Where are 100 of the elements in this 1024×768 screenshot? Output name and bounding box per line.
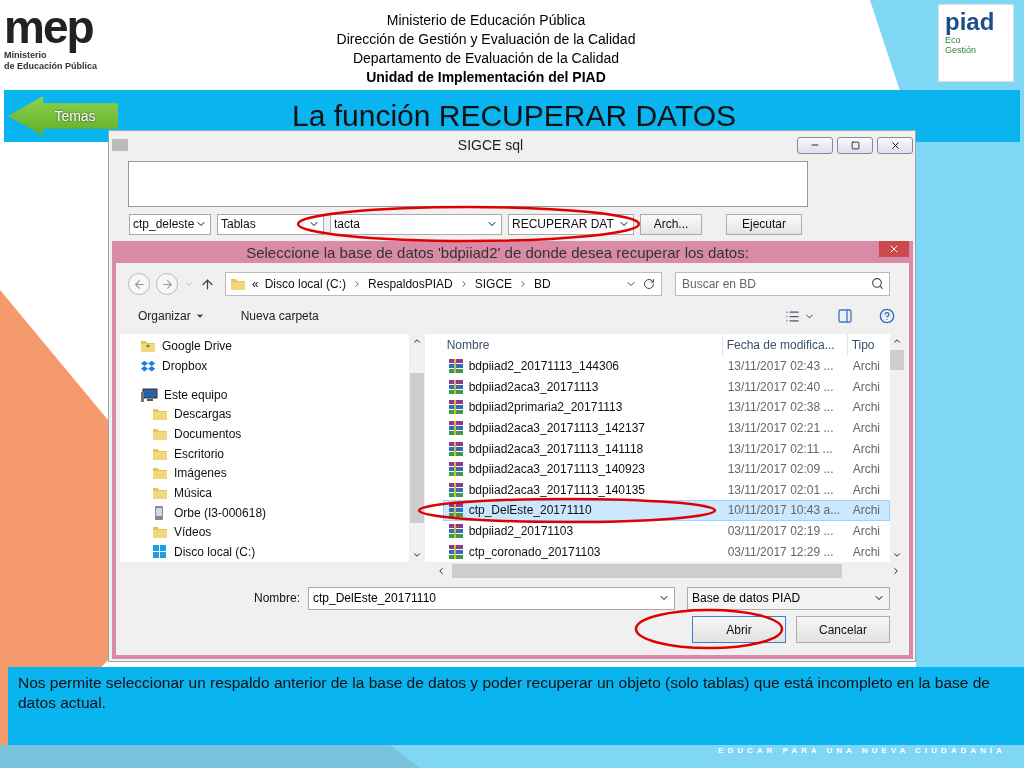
file-row[interactable]: bdpiiad2primaria2_20171113 13/11/2017 02:38 ... Archi bbox=[442, 397, 890, 418]
close-icon bbox=[889, 139, 901, 151]
nav-item[interactable]: Escritorio bbox=[140, 443, 410, 464]
dialog-button[interactable]: Abrir bbox=[692, 616, 786, 643]
breadcrumb[interactable]: SIGCE bbox=[474, 277, 513, 291]
file-row[interactable]: ctp_DelEste_20171110 10/11/2017 10:43 a... Archi bbox=[442, 500, 890, 521]
header-line: Unidad de Implementación del PIAD bbox=[366, 68, 606, 87]
search-icon bbox=[871, 277, 884, 290]
file-row[interactable]: bdpiiad2aca3_20171113_142137 13/11/2017 02:21 ... Archi bbox=[442, 417, 890, 439]
nav-item[interactable]: Documentos bbox=[140, 424, 410, 444]
address-bar[interactable]: « Disco local (C:) RespaldosPIAD SIGCE BD bbox=[225, 272, 662, 296]
filename-label: Nombre: bbox=[254, 591, 300, 605]
folder-icon bbox=[152, 524, 168, 541]
archive-icon bbox=[447, 461, 464, 478]
folder-icon bbox=[152, 426, 168, 443]
dropdown[interactable]: Tablas bbox=[217, 213, 324, 235]
forward-button[interactable] bbox=[156, 273, 178, 295]
file-row[interactable]: ctp_coronado_20171103 03/11/2017 12:29 ... Archi bbox=[442, 541, 890, 562]
archive-icon bbox=[447, 358, 464, 375]
file-date: 13/11/2017 02:09 ... bbox=[727, 462, 834, 477]
toolbar-button[interactable]: Arch... bbox=[640, 213, 702, 235]
forward-icon bbox=[160, 277, 174, 291]
command-button[interactable]: Nueva carpeta bbox=[234, 307, 325, 325]
slide-title: La función RECUPERAR DATOS bbox=[290, 99, 738, 133]
breadcrumb[interactable]: BD bbox=[534, 277, 551, 291]
refresh-icon[interactable] bbox=[643, 278, 655, 290]
file-name: bdpiiad2aca3_20171113_141118 bbox=[468, 441, 644, 456]
folder-icon bbox=[152, 485, 168, 502]
caret-icon bbox=[194, 311, 205, 321]
nav-item[interactable]: Orbe (I3-000618) bbox=[140, 502, 410, 523]
file-name: bdpiiad2_20171113_144306 bbox=[468, 359, 619, 374]
logo-caption: Ministerio bbox=[4, 50, 47, 61]
dropdown[interactable]: tacta bbox=[330, 213, 502, 235]
filename-field[interactable]: ctp_DelEste_20171110 bbox=[308, 586, 675, 610]
help-icon[interactable] bbox=[879, 308, 895, 324]
nav-item[interactable]: Descargas bbox=[140, 404, 410, 425]
close-button[interactable] bbox=[877, 136, 913, 154]
search-field[interactable]: Buscar en BD bbox=[675, 272, 890, 296]
minimize-button[interactable] bbox=[797, 136, 833, 154]
file-row[interactable]: bdpiiad2_20171113_144306 13/11/2017 02:43 ... Archi bbox=[442, 356, 890, 377]
dropdown[interactable]: RECUPERAR DAT bbox=[508, 213, 634, 235]
breadcrumb[interactable]: Disco local (C:) bbox=[264, 277, 347, 291]
preview-pane-icon[interactable] bbox=[837, 308, 853, 324]
toolbar-button[interactable]: Ejecutar bbox=[726, 213, 802, 235]
text-area[interactable] bbox=[128, 161, 808, 207]
footer-text: EDUCAR PARA UNA NUEVA CIUDADANÍA bbox=[718, 746, 1006, 756]
scroll-thumb[interactable] bbox=[890, 350, 905, 370]
header-line: Dirección de Gestión y Evaluación de la Calidad bbox=[336, 30, 636, 49]
computer-icon bbox=[140, 386, 158, 403]
dropdown[interactable]: ctp_deleste bbox=[129, 213, 211, 235]
logo-caption: Gestión bbox=[945, 45, 978, 55]
folder-icon bbox=[152, 465, 168, 482]
scroll-thumb[interactable] bbox=[452, 563, 842, 578]
file-type: Archi bbox=[852, 359, 880, 374]
up-icon[interactable] bbox=[200, 276, 215, 292]
logo-caption: Eco bbox=[945, 35, 962, 45]
maximize-button[interactable] bbox=[837, 136, 873, 154]
logo-mark: piad bbox=[945, 9, 996, 35]
file-row[interactable]: bdpiiad2aca3_20171113 13/11/2017 02:40 ... Archi bbox=[442, 376, 890, 398]
nav-item[interactable]: Imágenes bbox=[140, 463, 410, 484]
archive-icon bbox=[447, 440, 464, 457]
nav-item[interactable]: Música bbox=[140, 483, 410, 503]
scroll-down-icon bbox=[892, 550, 903, 560]
file-date: 10/11/2017 10:43 a... bbox=[727, 503, 841, 518]
command-button[interactable]: Organizar bbox=[132, 307, 211, 325]
file-row[interactable]: bdpiiad2aca3_20171113_140135 13/11/2017 02:01 ... Archi bbox=[442, 479, 890, 501]
archive-icon bbox=[447, 378, 464, 395]
scroll-thumb[interactable] bbox=[409, 373, 424, 523]
file-row[interactable]: bdpiiad2aca3_20171113_140923 13/11/2017 02:09 ... Archi bbox=[442, 458, 890, 480]
file-date: 13/11/2017 02:38 ... bbox=[727, 400, 834, 415]
nav-item[interactable]: Vídeos bbox=[140, 522, 410, 543]
view-icon[interactable] bbox=[785, 308, 800, 324]
nav-item[interactable]: Dropbox bbox=[140, 355, 410, 376]
column-header[interactable]: Nombre bbox=[442, 334, 723, 356]
back-button[interactable] bbox=[128, 273, 150, 295]
description-text: Nos permite seleccionar un respaldo anterior de la base de datos y poder recuperar un objeto (solo tablas) que está incompleto en la base de datos actual. bbox=[8, 667, 1024, 745]
file-row[interactable]: bdpiiad2_20171103 03/11/2017 02:19 ... Archi bbox=[442, 520, 890, 542]
column-header[interactable]: Fecha de modifica... bbox=[722, 334, 848, 356]
file-date: 13/11/2017 02:43 ... bbox=[727, 359, 834, 374]
file-name: bdpiiad2_20171103 bbox=[468, 524, 574, 539]
column-header[interactable]: Tipo bbox=[847, 334, 888, 356]
file-type-dropdown[interactable]: Base de datos PIAD bbox=[687, 586, 890, 610]
file-date: 13/11/2017 02:01 ... bbox=[727, 482, 834, 497]
file-type: Archi bbox=[852, 421, 880, 436]
history-caret-icon[interactable] bbox=[184, 279, 194, 289]
file-name: bdpiiad2primaria2_20171113 bbox=[468, 400, 623, 415]
close-button[interactable] bbox=[879, 241, 909, 257]
dialog-button[interactable]: Cancelar bbox=[796, 616, 890, 643]
archive-icon bbox=[447, 543, 464, 560]
nav-item[interactable]: Disco local (C:) bbox=[140, 542, 410, 562]
file-type: Archi bbox=[852, 524, 880, 539]
nav-item[interactable]: Google Drive bbox=[140, 336, 410, 356]
file-name: bdpiiad2aca3_20171113_140923 bbox=[468, 462, 646, 477]
nav-item[interactable]: Este equipo bbox=[140, 384, 410, 405]
file-row[interactable]: bdpiiad2aca3_20171113_141118 13/11/2017 02:11 ... Archi bbox=[442, 438, 890, 459]
file-date: 13/11/2017 02:21 ... bbox=[727, 421, 834, 436]
dialog-title: Seleccione la base de datos 'bdpiiad2' de donde desea recuperar los datos: bbox=[245, 243, 750, 261]
archive-icon bbox=[447, 523, 464, 540]
folder-icon bbox=[152, 406, 168, 423]
breadcrumb[interactable]: RespaldosPIAD bbox=[368, 277, 453, 291]
